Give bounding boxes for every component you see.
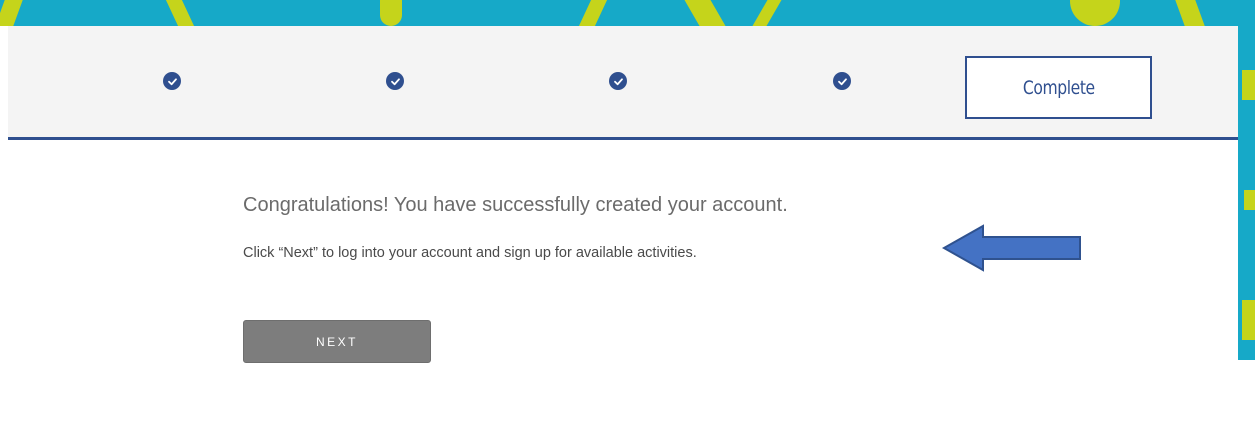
step-2-check-icon	[386, 72, 404, 90]
next-button[interactable]: NEXT	[243, 320, 431, 363]
signup-card: Complete Congratulations! You have succe…	[8, 26, 1238, 442]
step-1-check-icon	[163, 72, 181, 90]
left-arrow-icon	[941, 224, 1081, 272]
step-complete-label: Complete	[1022, 76, 1095, 99]
success-heading: Congratulations! You have successfully c…	[243, 194, 788, 216]
step-3-check-icon	[609, 72, 627, 90]
step-complete-current: Complete	[965, 56, 1152, 119]
step-4-check-icon	[833, 72, 851, 90]
background-blank-corner	[1238, 360, 1255, 442]
instruction-text: Click “Next” to log into your account an…	[243, 245, 697, 261]
progress-stepper: Complete	[8, 26, 1238, 140]
background-pattern-top	[0, 0, 1255, 26]
